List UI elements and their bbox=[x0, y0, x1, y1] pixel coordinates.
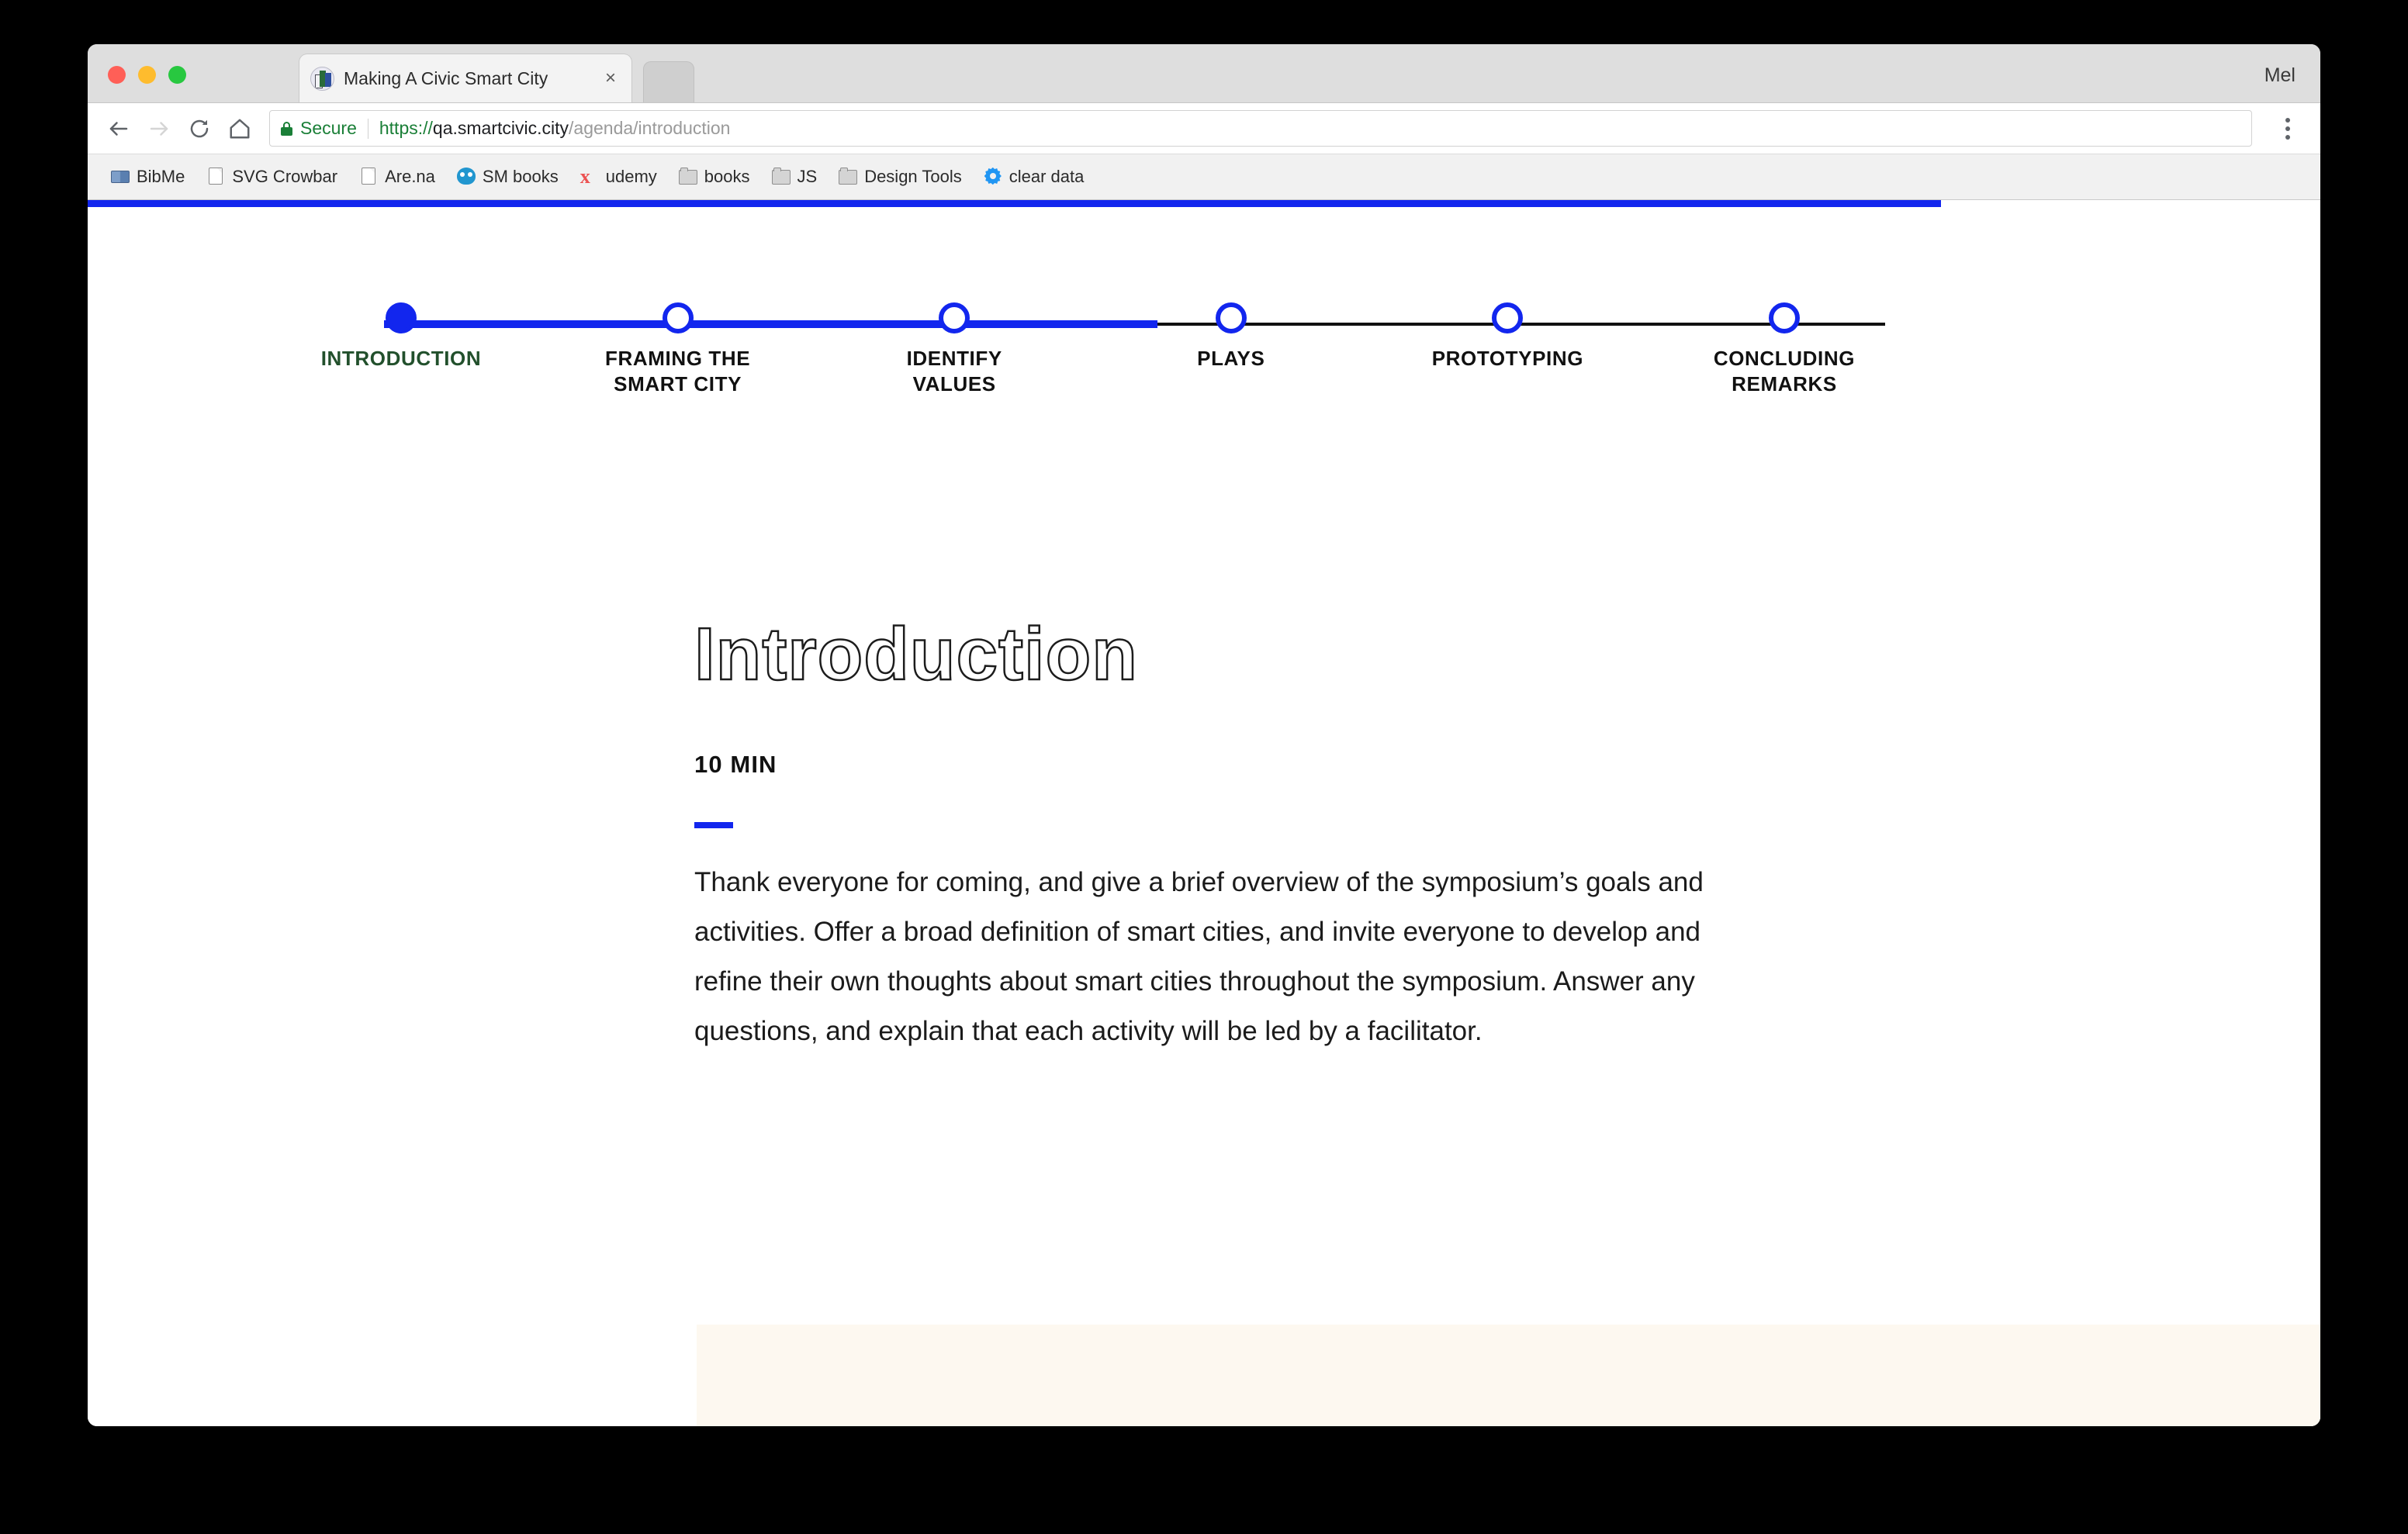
close-icon[interactable]: × bbox=[600, 69, 621, 88]
bookmark-label: Are.na bbox=[385, 167, 435, 186]
back-icon[interactable] bbox=[99, 109, 139, 149]
download-panel: DOWNLOAD Introduction bbox=[697, 1325, 2320, 1426]
bookmark-item[interactable]: clear data bbox=[974, 163, 1094, 191]
bookmarks-bar: BibMe SVG Crowbar Are.na SM books x udemy book… bbox=[88, 154, 2320, 200]
stepper-dot[interactable] bbox=[662, 302, 694, 333]
bookmark-item[interactable]: Are.na bbox=[350, 163, 445, 191]
bookmark-item[interactable]: SVG Crowbar bbox=[197, 163, 347, 191]
bookmark-label: SM books bbox=[482, 167, 559, 186]
stepper-label: INTRODUCTION bbox=[320, 347, 482, 370]
gear-icon bbox=[984, 168, 1002, 186]
stepper-dot[interactable] bbox=[1492, 302, 1524, 333]
folder-icon bbox=[771, 168, 791, 186]
browser-tab[interactable]: Making A Civic Smart City × bbox=[299, 54, 632, 102]
stepper-label: IDENTIFY VALUES bbox=[906, 347, 1002, 396]
bookmark-item[interactable]: SM books bbox=[448, 163, 568, 191]
bookmark-label: SVG Crowbar bbox=[232, 167, 338, 186]
stepper-step-3[interactable]: PLAYS bbox=[1130, 302, 1332, 398]
bookmark-label: books bbox=[704, 167, 750, 186]
url-path: /agenda/introduction bbox=[569, 118, 731, 138]
stepper-dot[interactable] bbox=[1768, 302, 1800, 333]
maximize-window-button[interactable] bbox=[168, 66, 186, 84]
body-paragraph: Thank everyone for coming, and give a br… bbox=[694, 867, 1704, 1047]
browser-window: Making A Civic Smart City × Mel Secure h… bbox=[88, 44, 2320, 1426]
stepper-step-2[interactable]: IDENTIFY VALUES bbox=[853, 302, 1055, 398]
page-content: INTRODUCTION FRAMING THE SMART CITY IDENTIF… bbox=[88, 200, 2320, 1426]
document-icon bbox=[206, 168, 225, 186]
stepper-dot[interactable] bbox=[939, 302, 970, 333]
bookmark-item[interactable]: x udemy bbox=[571, 163, 666, 191]
reload-icon[interactable] bbox=[179, 109, 220, 149]
address-bar[interactable]: Secure https://qa.smartcivic.city/agenda… bbox=[269, 110, 2252, 147]
section-divider bbox=[694, 822, 733, 828]
stepper-label: PROTOTYPING bbox=[1431, 347, 1584, 370]
stepper-dot[interactable] bbox=[1215, 302, 1247, 333]
udemy-icon: x bbox=[580, 165, 590, 188]
chrome-menu-icon[interactable] bbox=[2269, 110, 2306, 147]
profile-name[interactable]: Mel bbox=[2264, 64, 2296, 87]
bookmark-label: BibMe bbox=[137, 167, 185, 186]
bookmark-label: udemy bbox=[605, 167, 657, 186]
tab-title: Making A Civic Smart City bbox=[344, 67, 548, 88]
smart-city-favicon bbox=[310, 66, 334, 91]
url-host: qa.smartcivic.city bbox=[432, 118, 569, 138]
folder-icon bbox=[678, 168, 697, 186]
bookmark-item[interactable]: BibMe bbox=[102, 163, 194, 191]
stepper-step-4[interactable]: PROTOTYPING bbox=[1406, 302, 1608, 398]
stepper-label: CONCLUDING REMARKS bbox=[1713, 347, 1856, 396]
home-icon[interactable] bbox=[220, 109, 260, 149]
folder-icon bbox=[839, 168, 858, 186]
minimize-window-button[interactable] bbox=[138, 66, 156, 84]
browser-toolbar: Secure https://qa.smartcivic.city/agenda… bbox=[88, 103, 2320, 154]
bookmark-label: JS bbox=[797, 167, 818, 186]
bookmark-item[interactable]: books bbox=[669, 163, 759, 191]
section-body: 10 MIN Thank everyone for coming, and gi… bbox=[694, 751, 1749, 1056]
stepper-step-5[interactable]: CONCLUDING REMARKS bbox=[1683, 302, 1885, 398]
url-scheme: https:// bbox=[379, 118, 433, 138]
stepper-step-0[interactable]: INTRODUCTION bbox=[300, 302, 502, 398]
security-label: Secure bbox=[300, 118, 357, 138]
new-tab-button[interactable] bbox=[643, 61, 694, 102]
page-progress-bar bbox=[88, 200, 1941, 207]
bookmark-label: clear data bbox=[1009, 167, 1085, 186]
stepper-label: FRAMING THE SMART CITY bbox=[605, 347, 751, 396]
agenda-stepper: INTRODUCTION FRAMING THE SMART CITY IDENTIF… bbox=[321, 302, 1885, 419]
bookmark-item[interactable]: JS bbox=[763, 163, 827, 191]
url-display: https://qa.smartcivic.city/agenda/introd… bbox=[379, 118, 731, 139]
page-title: Introduction bbox=[694, 613, 1138, 696]
duration-label: 10 MIN bbox=[694, 751, 777, 778]
forward-icon[interactable] bbox=[139, 109, 179, 149]
tab-strip: Making A Civic Smart City × Mel bbox=[88, 44, 2320, 103]
book-icon bbox=[111, 168, 130, 186]
window-traffic-lights bbox=[108, 66, 186, 84]
bookmark-label: Design Tools bbox=[864, 167, 962, 186]
stepper-label: PLAYS bbox=[1197, 347, 1265, 370]
stepper-steps: INTRODUCTION FRAMING THE SMART CITY IDENTIF… bbox=[321, 302, 1885, 398]
document-icon bbox=[359, 168, 378, 186]
stepper-dot[interactable] bbox=[386, 302, 417, 333]
stepper-step-1[interactable]: FRAMING THE SMART CITY bbox=[577, 302, 779, 398]
close-window-button[interactable] bbox=[108, 66, 126, 84]
owl-icon bbox=[456, 168, 476, 186]
lock-icon bbox=[281, 121, 292, 136]
bookmark-item[interactable]: Design Tools bbox=[829, 163, 971, 191]
